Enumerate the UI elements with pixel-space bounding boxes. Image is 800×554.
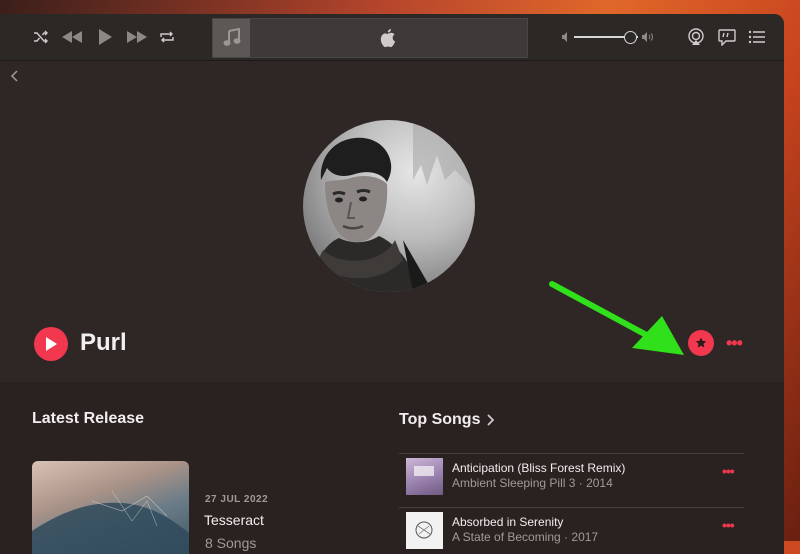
song-subtitle: A State of Becoming · 2017 xyxy=(452,530,599,544)
play-icon xyxy=(46,337,57,351)
repeat-icon[interactable] xyxy=(156,26,178,48)
volume-high-icon xyxy=(642,32,653,42)
rewind-icon[interactable] xyxy=(58,26,86,48)
favorite-button[interactable] xyxy=(688,330,714,356)
music-app-window: Purl ••• Latest Release 27 JUL 2022 Tess… xyxy=(0,14,784,554)
volume-knob[interactable] xyxy=(624,31,637,44)
volume-low-icon xyxy=(562,32,567,42)
song-row[interactable]: Anticipation (Bliss Forest Remix) Ambien… xyxy=(399,453,744,496)
top-songs-heading[interactable]: Top Songs xyxy=(399,411,495,429)
lyrics-icon[interactable] xyxy=(717,26,737,48)
song-artwork xyxy=(406,512,443,549)
now-playing-display xyxy=(212,18,528,58)
row-divider xyxy=(399,507,744,508)
more-icon[interactable]: ••• xyxy=(726,333,743,354)
chevron-right-icon xyxy=(487,414,495,426)
release-date: 27 JUL 2022 xyxy=(205,494,269,505)
annotation-arrow xyxy=(549,281,684,355)
song-title: Anticipation (Bliss Forest Remix) xyxy=(452,461,626,475)
top-songs-label: Top Songs xyxy=(399,411,481,428)
shuffle-icon[interactable] xyxy=(30,26,52,48)
star-icon xyxy=(695,337,707,348)
fast-forward-icon[interactable] xyxy=(123,26,151,48)
artist-content: Latest Release 27 JUL 2022 Tesseract 8 S… xyxy=(0,382,784,554)
airplay-icon[interactable] xyxy=(686,26,706,48)
release-title[interactable]: Tesseract xyxy=(204,512,264,528)
back-chevron-icon[interactable] xyxy=(10,69,20,88)
artist-play-button[interactable] xyxy=(34,327,68,361)
artist-photo xyxy=(303,120,475,292)
music-note-icon xyxy=(213,19,250,57)
release-song-count: 8 Songs xyxy=(205,535,257,551)
more-icon[interactable]: ••• xyxy=(722,517,735,533)
song-subtitle: Ambient Sleeping Pill 3 · 2014 xyxy=(452,476,613,490)
play-icon[interactable] xyxy=(94,26,116,48)
latest-release-heading: Latest Release xyxy=(32,410,145,427)
more-icon[interactable]: ••• xyxy=(722,463,735,479)
latest-release-artwork[interactable] xyxy=(32,461,189,554)
artist-name: Purl xyxy=(80,329,127,356)
row-divider xyxy=(399,453,744,454)
song-row[interactable]: Absorbed in Serenity A State of Becoming… xyxy=(399,507,744,550)
song-artwork xyxy=(406,458,443,495)
song-title: Absorbed in Serenity xyxy=(452,515,564,529)
player-toolbar xyxy=(0,14,784,61)
apple-logo-icon xyxy=(379,28,397,53)
queue-list-icon[interactable] xyxy=(747,26,767,48)
volume-slider[interactable] xyxy=(562,30,656,44)
